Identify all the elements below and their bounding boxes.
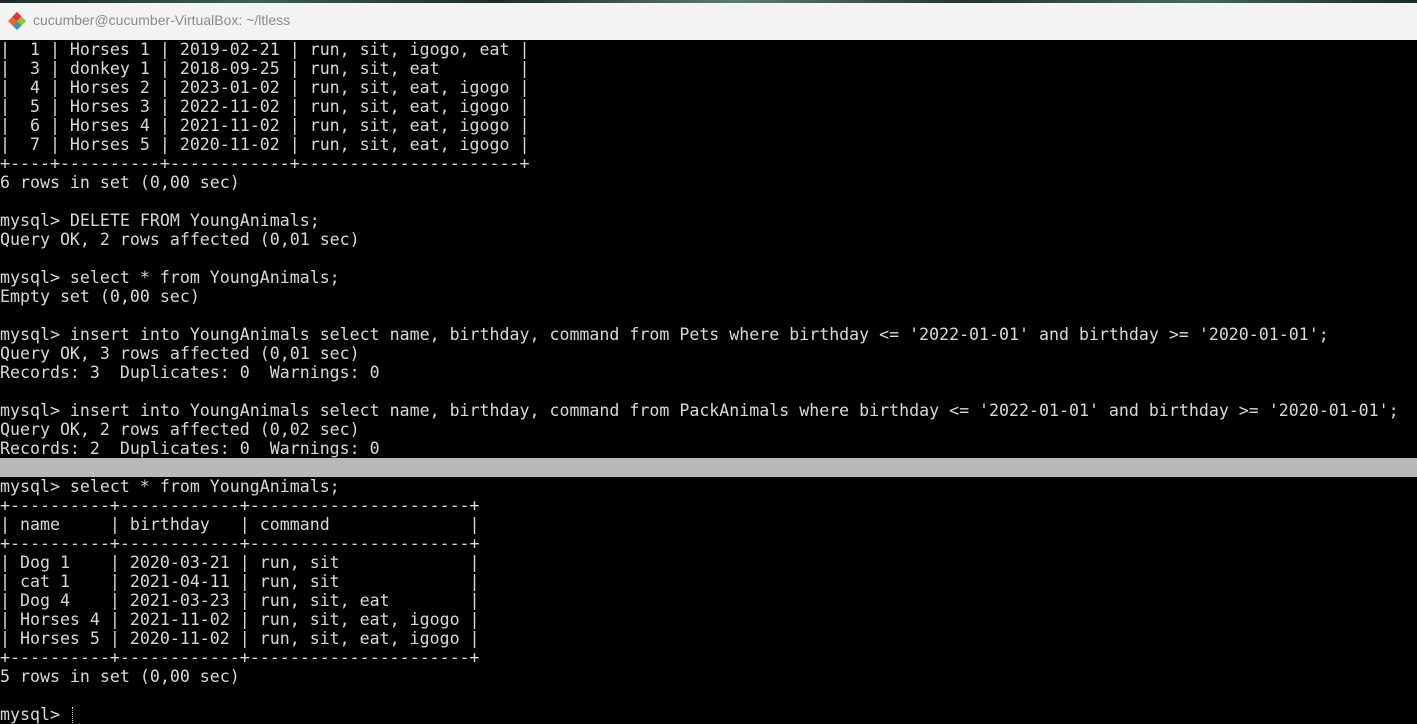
terminal-line: | Horses 5 | 2020-11-02 | run, sit, eat,…: [0, 629, 480, 648]
terminal-line: | 5 | Horses 3 | 2022-11-02 | run, sit, …: [0, 97, 530, 116]
terminal-window: cucumber@cucumber-VirtualBox: ~/ltless |…: [0, 0, 1417, 724]
terminal-line: | 6 | Horses 4 | 2021-11-02 | run, sit, …: [0, 116, 530, 135]
terminal-line: | 4 | Horses 2 | 2023-01-02 | run, sit, …: [0, 78, 530, 97]
title-bar[interactable]: cucumber@cucumber-VirtualBox: ~/ltless: [0, 0, 1417, 41]
terminal-prompt-line[interactable]: mysql>: [0, 705, 1417, 724]
desktop-background-strip: [0, 0, 1417, 3]
terminal-line: +----+----------+------------+----------…: [0, 154, 530, 173]
text-cursor: [71, 707, 74, 723]
terminal-line: mysql> insert into YoungAnimals select n…: [0, 325, 1329, 344]
terminal-line: Query OK, 2 rows affected (0,02 sec): [0, 420, 360, 439]
terminal-line: mysql> insert into YoungAnimals select n…: [0, 401, 1399, 420]
terminal-line: Records: 3 Duplicates: 0 Warnings: 0: [0, 363, 380, 382]
terminal-line: mysql> DELETE FROM YoungAnimals;: [0, 211, 320, 230]
terminal-line: | 3 | donkey 1 | 2018-09-25 | run, sit, …: [0, 59, 530, 78]
terminal-line: | name | birthday | command |: [0, 515, 480, 534]
terminal-line: | 7 | Horses 5 | 2020-11-02 | run, sit, …: [0, 135, 530, 154]
mysql-prompt: mysql>: [0, 705, 70, 724]
terminal-line: Query OK, 3 rows affected (0,01 sec): [0, 344, 360, 363]
terminal-line: | Horses 4 | 2021-11-02 | run, sit, eat,…: [0, 610, 480, 629]
terminal-line: | Dog 4 | 2021-03-23 | run, sit, eat |: [0, 591, 480, 610]
terminal-line: 5 rows in set (0,00 sec): [0, 667, 240, 686]
terminal-line: +----------+------------+---------------…: [0, 496, 480, 515]
terminal-line: | Dog 1 | 2020-03-21 | run, sit |: [0, 553, 480, 572]
terminal-line: Query OK, 2 rows affected (0,01 sec): [0, 230, 360, 249]
terminal-line-selected: [0, 458, 1417, 477]
terminal-line: Empty set (0,00 sec): [0, 287, 200, 306]
terminal-line: | cat 1 | 2021-04-11 | run, sit |: [0, 572, 480, 591]
terminal-line: Records: 2 Duplicates: 0 Warnings: 0: [0, 439, 380, 458]
window-title: cucumber@cucumber-VirtualBox: ~/ltless: [33, 12, 291, 28]
terminal-line: 6 rows in set (0,00 sec): [0, 173, 240, 192]
terminal-line: | 1 | Horses 1 | 2019-02-21 | run, sit, …: [0, 40, 530, 59]
git-bash-diamond-icon: [8, 12, 26, 30]
terminal-line: mysql> select * from YoungAnimals;: [0, 268, 340, 287]
terminal-line: +----------+------------+---------------…: [0, 648, 480, 667]
terminal-line: mysql> select * from YoungAnimals;: [0, 477, 340, 496]
terminal-output[interactable]: | 1 | Horses 1 | 2019-02-21 | run, sit, …: [0, 40, 1417, 724]
terminal-line: +----------+------------+---------------…: [0, 534, 480, 553]
